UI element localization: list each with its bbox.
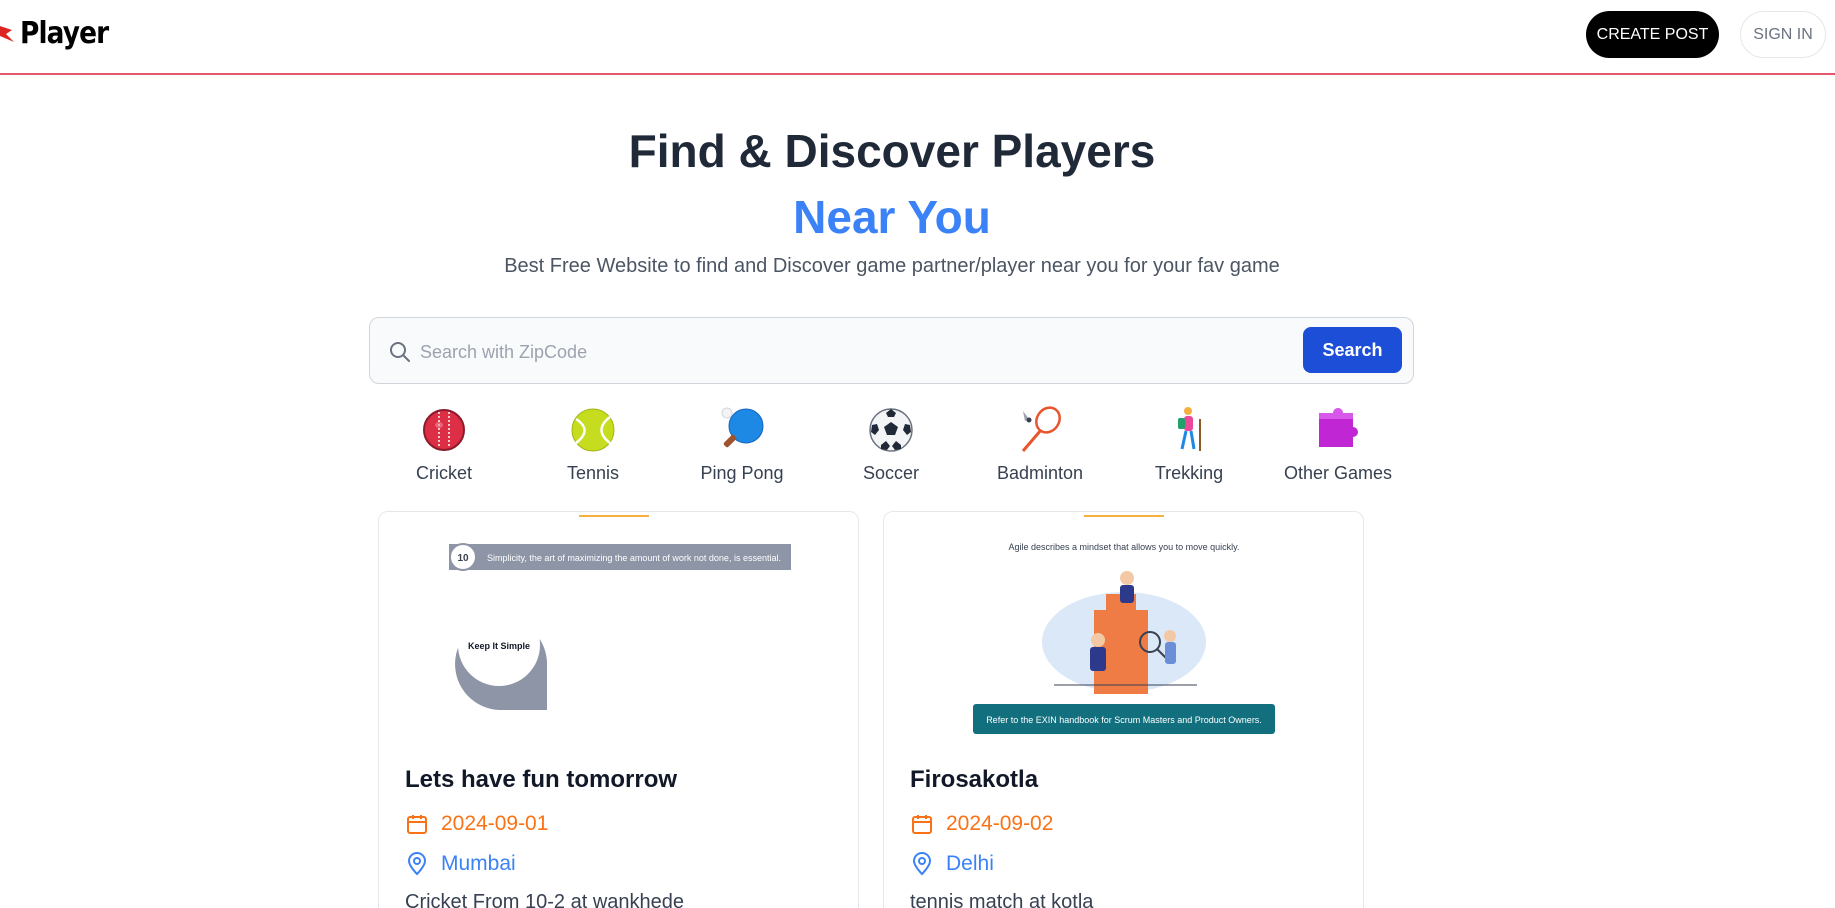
hero-accent-title: Near You [793,191,991,243]
category-cricket[interactable]: Cricket [369,405,519,484]
category-list: Cricket Tennis Ping Pong Soccer Badminto… [369,405,1414,487]
logo[interactable]: Player [0,16,120,51]
soccer-ball-icon [869,408,913,452]
image-caption: Agile describes a mindset that allows yo… [1009,542,1240,552]
search-bar: Search [369,317,1414,384]
calendar-icon [407,815,427,834]
post-date-row: 2024-09-02 [910,812,1053,836]
search-icon [390,342,410,362]
category-tennis[interactable]: Tennis [518,405,668,484]
location-pin-icon [407,852,427,876]
puzzle-icon [1319,408,1358,447]
post-image: Agile describes a mindset that allows yo… [884,512,1363,752]
post-card[interactable]: 10 Simplicity, the art of maximizing the… [378,511,859,908]
post-date: 2024-09-01 [441,812,549,835]
post-location: Delhi [946,852,994,875]
category-soccer[interactable]: Soccer [816,405,966,484]
post-title[interactable]: Lets have fun tomorrow [405,766,677,794]
top-header: Player CREATE POST SIGN IN [0,0,1835,75]
hero-subtitle: Best Free Website to find and Discover g… [504,255,1280,277]
logo-text: Player [20,16,109,51]
location-pin-icon [912,852,932,876]
image-circle-text: Keep It Simple [468,641,530,651]
trekking-icon [1178,407,1201,451]
category-badminton[interactable]: Badminton [965,405,1115,484]
post-location-row: Delhi [910,852,994,876]
category-label: Other Games [1283,463,1393,483]
post-title[interactable]: Firosakotla [910,766,1038,794]
category-label: Tennis [566,463,620,483]
create-post-button[interactable]: CREATE POST [1586,11,1719,58]
category-label: Trekking [1154,463,1224,483]
hero-title: Find & Discover Players [628,125,1156,177]
post-card[interactable]: Agile describes a mindset that allows yo… [883,511,1364,908]
category-label: Cricket [415,463,472,483]
post-date-row: 2024-09-01 [405,812,548,836]
tennis-ball-icon [571,408,615,452]
logo-icon [0,25,14,42]
post-description: Cricket From 10-2 at wankhede [405,891,685,908]
post-image: 10 Simplicity, the art of maximizing the… [379,512,858,752]
cricket-ball-icon [423,409,465,451]
ping-pong-icon [721,407,764,448]
category-ping-pong[interactable]: Ping Pong [667,405,817,484]
category-label: Badminton [996,463,1084,483]
search-button[interactable]: Search [1303,327,1402,373]
post-description: tennis match at kotla [910,891,1094,908]
image-number: 10 [457,553,469,564]
image-button-text: Refer to the EXIN handbook for Scrum Mas… [986,715,1262,725]
zipcode-search-input[interactable] [420,336,1200,368]
post-location-row: Mumbai [405,852,516,876]
sign-in-button[interactable]: SIGN IN [1740,11,1826,58]
category-label: Soccer [862,463,920,483]
category-label: Ping Pong [700,463,784,483]
calendar-icon [912,815,932,834]
post-date: 2024-09-02 [946,812,1054,835]
category-trekking[interactable]: Trekking [1114,405,1264,484]
post-location: Mumbai [441,852,516,875]
category-other-games[interactable]: Other Games [1263,405,1413,484]
image-banner-text: Simplicity, the art of maximizing the am… [487,553,781,563]
badminton-icon [1021,406,1061,452]
